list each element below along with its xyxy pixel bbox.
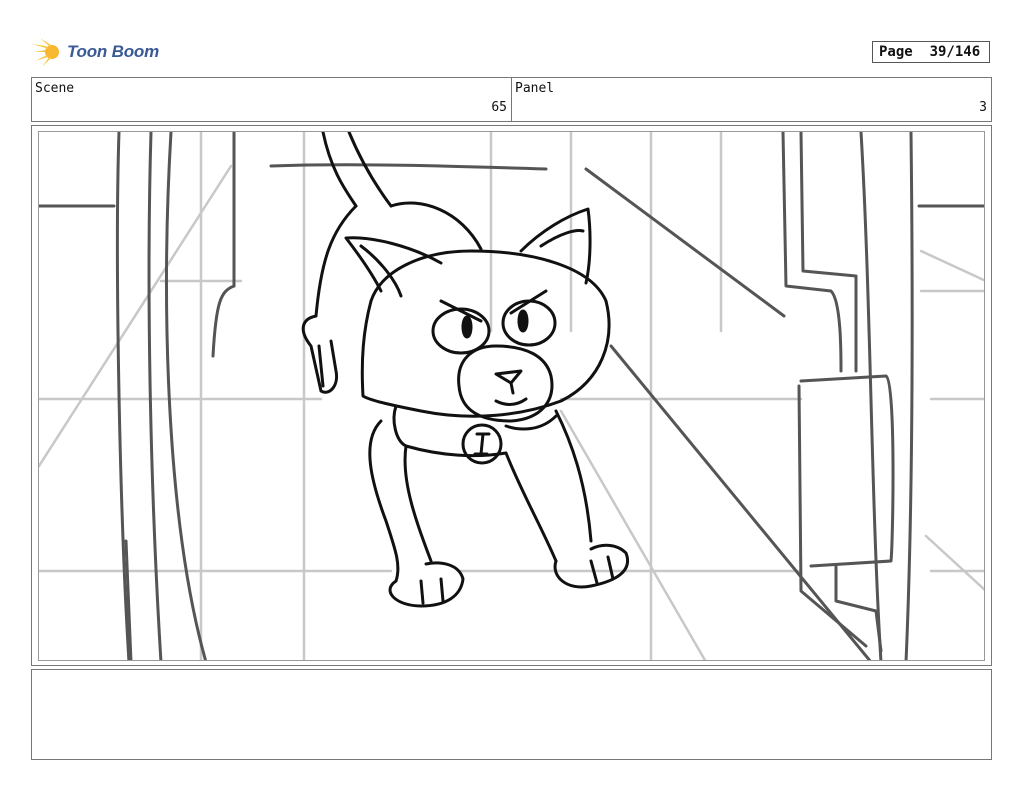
panel-cell: Panel 3	[512, 78, 991, 121]
door-frame	[39, 132, 984, 660]
panel-notes-area[interactable]	[31, 669, 992, 760]
storyboard-header: Scene 65 Panel 3	[31, 77, 992, 122]
scene-cell: Scene 65	[32, 78, 512, 121]
brand-name: Toon Boom	[67, 42, 159, 61]
starburst-icon	[32, 38, 59, 67]
page-number: 39/146	[929, 44, 981, 60]
panel-drawing	[38, 131, 985, 661]
panel-number: 3	[979, 100, 987, 115]
cat-sketch	[39, 132, 984, 660]
panel-label: Panel	[515, 81, 555, 96]
scene-number: 65	[491, 100, 507, 115]
scene-label: Scene	[35, 81, 75, 96]
background-grid	[39, 132, 984, 660]
page-counter: Page 39/146	[872, 41, 990, 63]
cat-figure	[301, 132, 629, 608]
page-label: Page	[879, 44, 913, 60]
